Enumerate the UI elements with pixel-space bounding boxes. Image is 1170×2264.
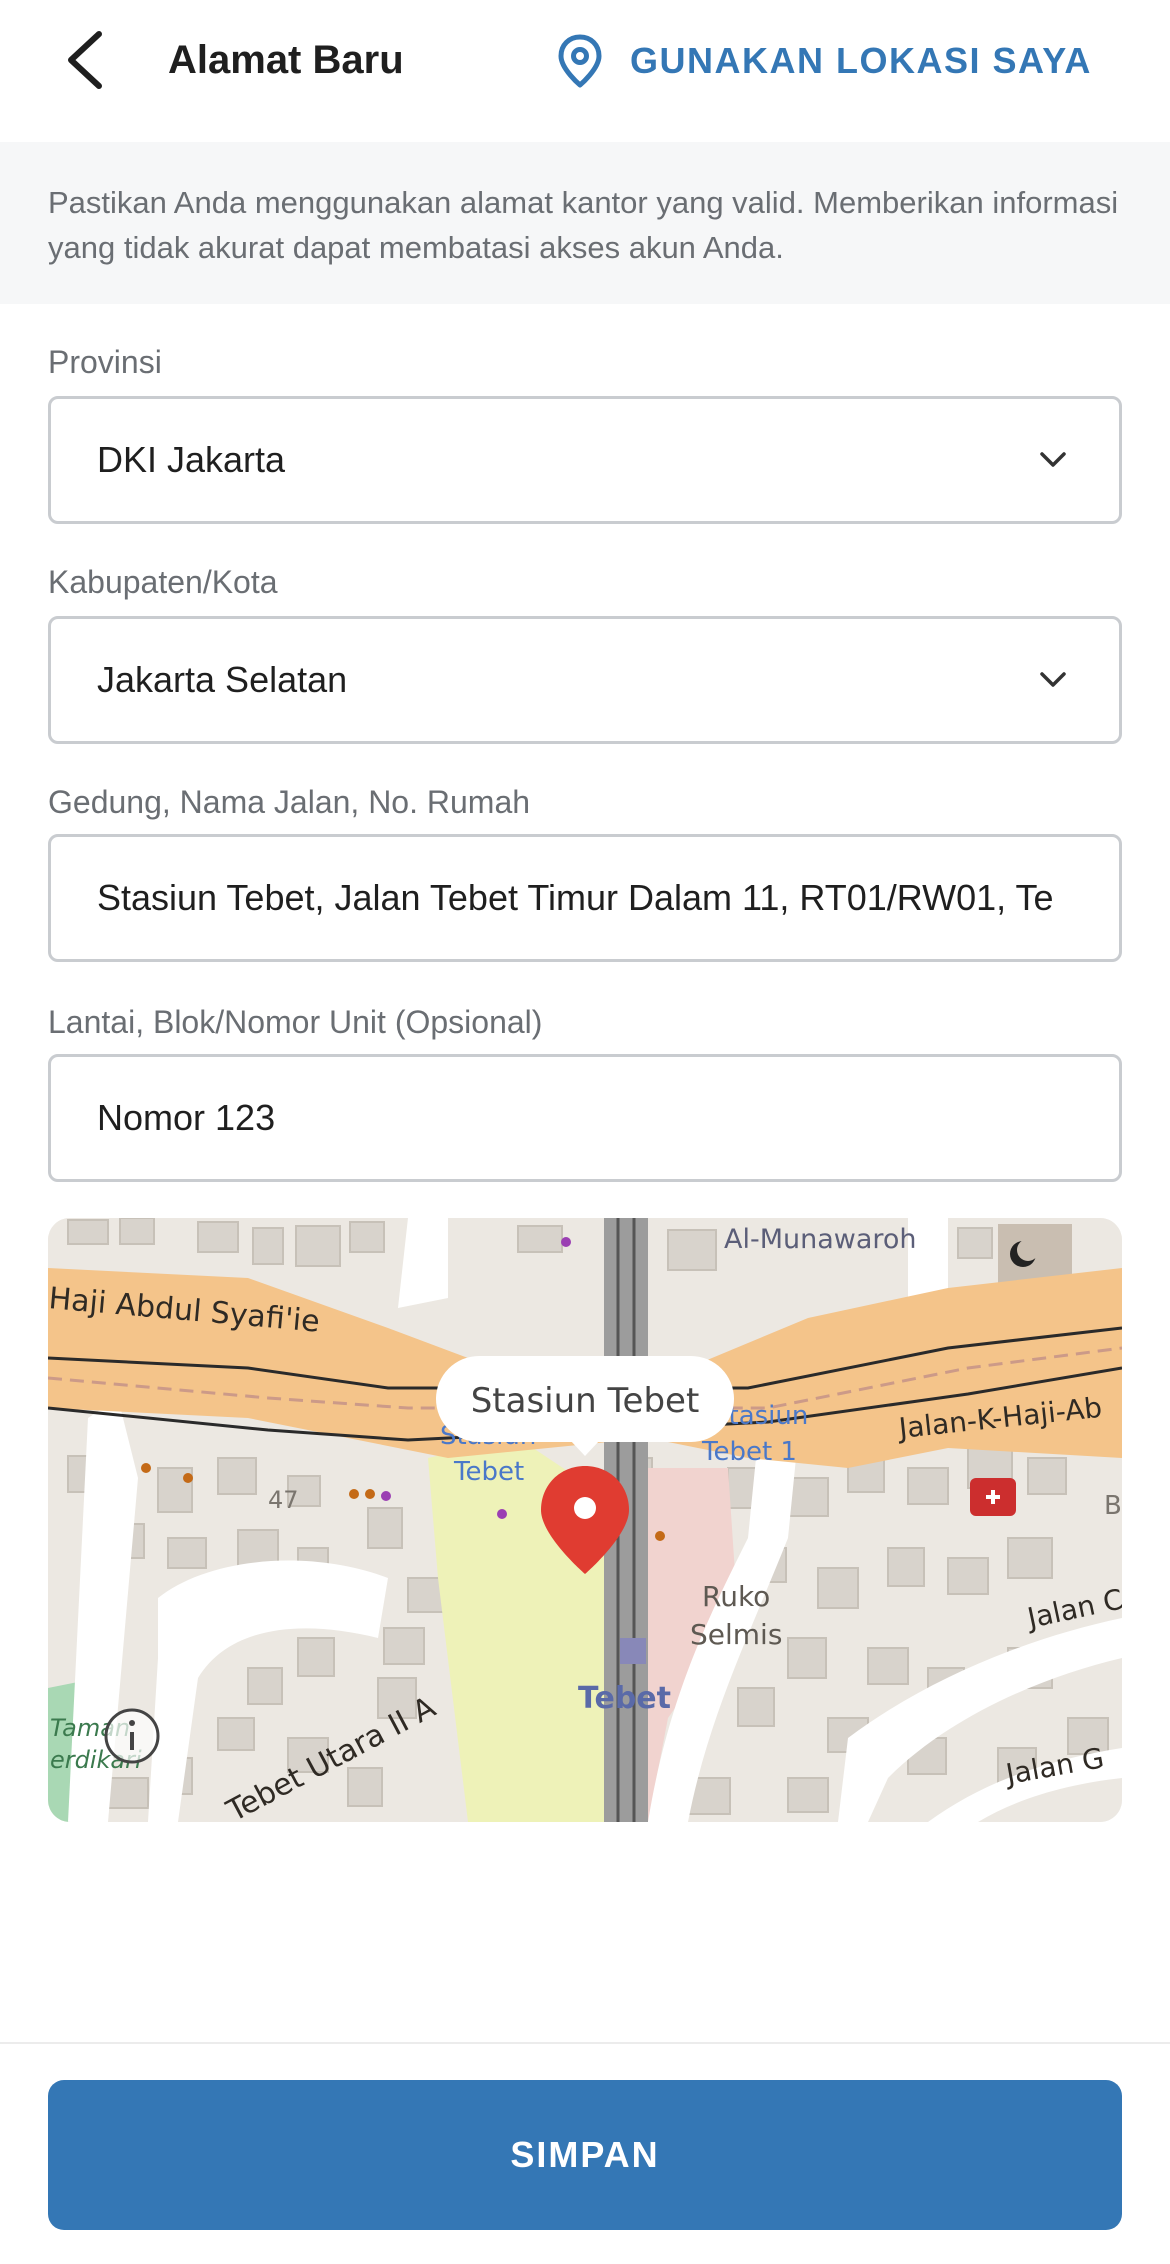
use-my-location-label: GUNAKAN LOKASI SAYA bbox=[630, 40, 1092, 81]
info-icon[interactable] bbox=[104, 1708, 160, 1764]
map-label: Tebet bbox=[578, 1681, 671, 1716]
unit-value: Nomor 123 bbox=[97, 1097, 276, 1138]
city-label: Kabupaten/Kota bbox=[48, 564, 278, 600]
chevron-left-icon bbox=[68, 31, 102, 89]
page-title: Alamat Baru bbox=[168, 38, 404, 82]
province-select[interactable]: DKI Jakarta bbox=[48, 396, 1122, 524]
map-label: B bbox=[1104, 1491, 1122, 1521]
map-label: Tebet 1 bbox=[701, 1437, 797, 1467]
street-value: Stasiun Tebet, Jalan Tebet Timur Dalam 1… bbox=[97, 877, 1054, 918]
chevron-down-icon bbox=[1033, 660, 1073, 700]
map-label: Al-Munawaroh bbox=[724, 1224, 917, 1255]
back-button[interactable] bbox=[50, 22, 120, 98]
province-label: Provinsi bbox=[48, 344, 162, 380]
unit-label: Lantai, Blok/Nomor Unit (Opsional) bbox=[48, 1004, 543, 1040]
map-label: Selmis bbox=[690, 1618, 782, 1651]
city-value: Jakarta Selatan bbox=[97, 659, 348, 700]
bottom-bar: SIMPAN bbox=[0, 2042, 1170, 2264]
map-callout-text: Stasiun Tebet bbox=[471, 1381, 700, 1421]
map-label: Ruko bbox=[702, 1580, 770, 1613]
use-my-location-button[interactable]: GUNAKAN LOKASI SAYA bbox=[552, 26, 1092, 96]
unit-input[interactable]: Nomor 123 bbox=[48, 1054, 1122, 1182]
location-pin-icon bbox=[552, 33, 608, 89]
street-input[interactable]: Stasiun Tebet, Jalan Tebet Timur Dalam 1… bbox=[48, 834, 1122, 962]
map-callout: Stasiun Tebet bbox=[436, 1356, 734, 1456]
app-header: Alamat Baru GUNAKAN LOKASI SAYA bbox=[0, 0, 1170, 142]
location-map[interactable]: Al-Munawaroh Haji Abdul Syafi'ie Jalan-K… bbox=[48, 1218, 1122, 1822]
chevron-down-icon bbox=[1033, 440, 1073, 480]
province-value: DKI Jakarta bbox=[97, 439, 286, 480]
map-label: Tebet bbox=[453, 1457, 524, 1487]
save-button[interactable]: SIMPAN bbox=[48, 2080, 1122, 2230]
address-notice: Pastikan Anda menggunakan alamat kantor … bbox=[0, 142, 1170, 304]
notice-text: Pastikan Anda menggunakan alamat kantor … bbox=[48, 185, 1119, 265]
street-label: Gedung, Nama Jalan, No. Rumah bbox=[48, 784, 531, 820]
map-label: 47 bbox=[268, 1486, 299, 1514]
city-select[interactable]: Jakarta Selatan bbox=[48, 616, 1122, 744]
save-button-label: SIMPAN bbox=[510, 2134, 660, 2175]
